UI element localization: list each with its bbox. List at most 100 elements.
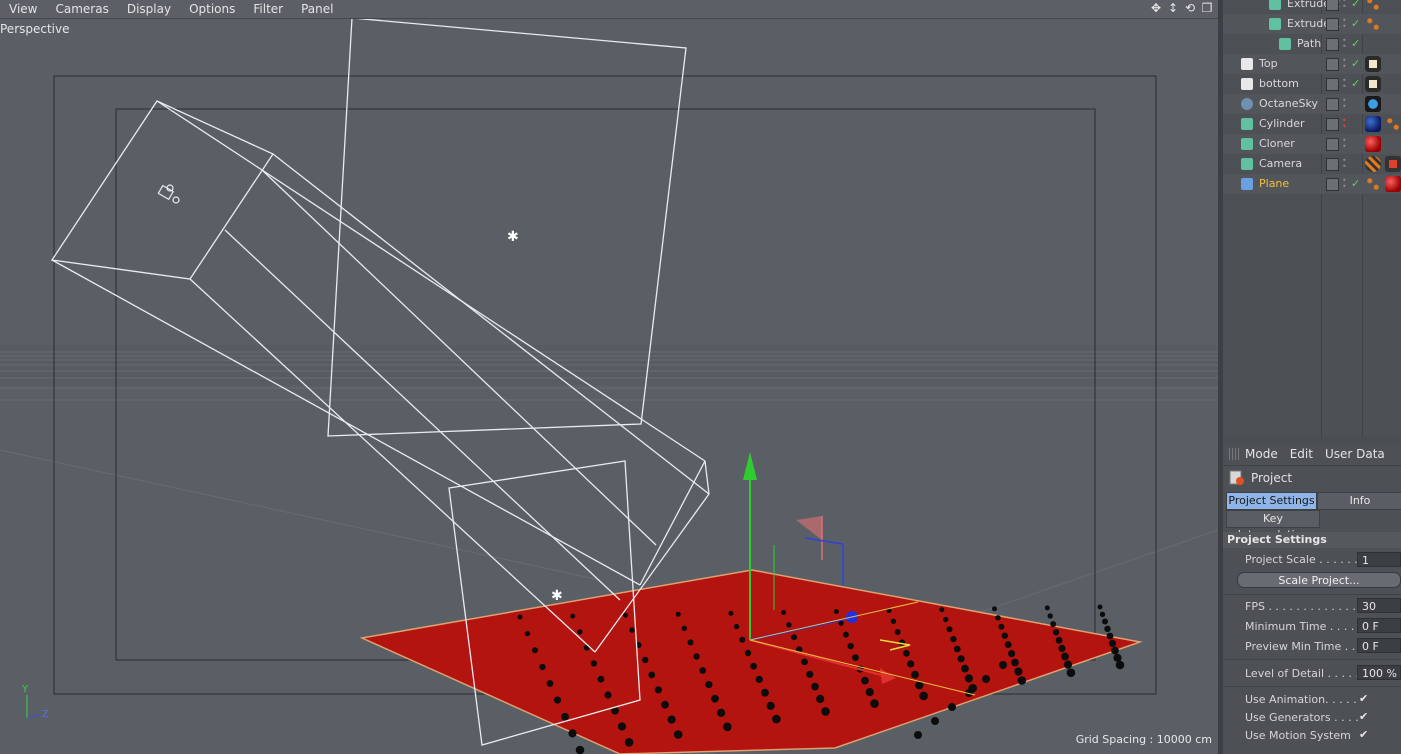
object-row-cloner[interactable]: Cloner • • <box>1223 134 1401 154</box>
level-of-detail-field[interactable]: 100 % <box>1357 665 1401 680</box>
object-row-octanesky[interactable]: OctaneSky • • <box>1223 94 1401 114</box>
scale-project-button[interactable]: Scale Project... <box>1237 572 1401 588</box>
cloner-sphere <box>1014 667 1023 676</box>
use-motion-system-checkbox[interactable]: ✔ <box>1359 728 1368 741</box>
dolly-view-icon[interactable]: ↕ <box>1166 1 1180 15</box>
panel-grip-icon[interactable] <box>1229 448 1239 460</box>
cloner-sphere <box>575 745 585 754</box>
cloner-sphere <box>964 674 974 683</box>
menu-panel[interactable]: Panel <box>292 0 342 18</box>
object-row-top[interactable]: Top • • ✓ <box>1223 54 1401 74</box>
maximize-view-icon[interactable]: ❐ <box>1200 1 1214 15</box>
project-scale-field[interactable]: 1 <box>1357 552 1401 567</box>
object-name[interactable]: Camera <box>1259 157 1302 170</box>
visibility-dots-icon[interactable]: • • <box>1342 177 1347 191</box>
visibility-dots-icon[interactable]: • • <box>1342 157 1347 171</box>
menu-options[interactable]: Options <box>180 0 244 18</box>
visibility-dots-icon[interactable]: • • <box>1342 37 1347 51</box>
cloner-sphere <box>821 707 830 716</box>
object-row-camera[interactable]: Camera • • <box>1223 154 1401 174</box>
cloner-sphere <box>681 625 687 631</box>
enabled-check-icon[interactable]: ✓ <box>1351 0 1360 10</box>
enabled-check-icon[interactable]: ✓ <box>1351 37 1360 50</box>
visibility-dots-icon[interactable]: • • <box>1342 117 1347 131</box>
enabled-check-icon[interactable]: ✓ <box>1351 77 1360 90</box>
object-row-bottom[interactable]: bottom • • ✓ <box>1223 74 1401 94</box>
enabled-check-icon[interactable]: ✓ <box>1351 57 1360 70</box>
menu-edit[interactable]: Edit <box>1290 447 1313 461</box>
object-name[interactable]: OctaneSky <box>1259 97 1318 110</box>
layer-toggle-icon[interactable] <box>1326 98 1339 111</box>
object-row-cylinder[interactable]: Cylinder • • <box>1223 114 1401 134</box>
object-name[interactable]: Plane <box>1259 177 1289 190</box>
object-name[interactable]: Cloner <box>1259 137 1295 150</box>
scene-canvas[interactable]: ✱ ✱ <box>0 18 1218 754</box>
cloner-sphere <box>577 629 583 635</box>
layer-toggle-icon[interactable] <box>1326 158 1339 171</box>
cloner-sphere <box>629 627 635 633</box>
layer-toggle-icon[interactable] <box>1326 178 1339 191</box>
visibility-dots-icon[interactable]: • • <box>1342 77 1347 91</box>
visibility-dots-icon[interactable]: • • <box>1342 137 1347 151</box>
visibility-dots-icon[interactable]: • • <box>1342 97 1347 111</box>
menu-view[interactable]: View <box>0 0 46 18</box>
enabled-check-icon[interactable]: ✓ <box>1351 177 1360 190</box>
stripe-tag-icon[interactable] <box>1365 156 1381 172</box>
layer-toggle-icon[interactable] <box>1326 118 1339 131</box>
cam-tag-icon[interactable] <box>1385 156 1401 172</box>
use-generators-label: Use Generators . . . . <box>1245 711 1359 724</box>
sky-tag-icon[interactable] <box>1365 96 1381 112</box>
orange-dots-icon[interactable] <box>1365 176 1381 192</box>
use-animation-checkbox[interactable]: ✔ <box>1359 692 1368 705</box>
rotate-view-icon[interactable]: ⟲ <box>1183 1 1197 15</box>
camera-icon <box>1241 158 1253 170</box>
viewport-panel[interactable]: ✱ ✱ View Cameras Display Options Filter … <box>0 0 1218 754</box>
layer-toggle-icon[interactable] <box>1326 58 1339 71</box>
object-row-extrude-1[interactable]: Extrude.1 • • ✓ <box>1223 14 1401 34</box>
layer-toggle-icon[interactable] <box>1326 78 1339 91</box>
object-name[interactable]: Top <box>1259 57 1278 70</box>
cloner-sphere <box>532 647 538 654</box>
fps-field[interactable]: 30 <box>1357 598 1401 613</box>
object-name[interactable]: bottom <box>1259 77 1299 90</box>
tab-info[interactable]: Info <box>1317 492 1401 510</box>
object-row-plane[interactable]: Plane • • ✓ <box>1223 174 1401 194</box>
visibility-dots-icon[interactable]: • • <box>1342 0 1347 11</box>
menu-cameras[interactable]: Cameras <box>46 0 117 18</box>
light-tag-icon[interactable] <box>1365 56 1381 72</box>
tab-key-interpolation[interactable]: Key Interpolation <box>1226 510 1320 541</box>
tab-project-settings[interactable]: Project Settings <box>1226 492 1317 510</box>
layer-toggle-icon[interactable] <box>1326 18 1339 31</box>
cloner-sphere <box>911 670 919 679</box>
preview-min-time-field[interactable]: 0 F <box>1357 638 1401 653</box>
enabled-check-icon[interactable]: ✓ <box>1351 17 1360 30</box>
object-row-extrude-2[interactable]: Extrude.2 • • ✓ <box>1223 0 1401 14</box>
cloner-sphere <box>1104 625 1111 632</box>
cylinder-icon <box>1241 118 1253 130</box>
red-mat-icon[interactable] <box>1365 136 1381 152</box>
fps-label: FPS . . . . . . . . . . . . . . <box>1245 600 1363 613</box>
grid-spacing-readout: Grid Spacing : 10000 cm <box>1075 733 1212 746</box>
visibility-dots-icon[interactable]: • • <box>1342 17 1347 31</box>
light-tag-icon[interactable] <box>1365 76 1381 92</box>
min-time-field[interactable]: 0 F <box>1357 618 1401 633</box>
orange-dots-icon[interactable] <box>1385 116 1401 132</box>
red-mat-icon[interactable] <box>1385 176 1401 192</box>
blue-mat-icon[interactable] <box>1365 116 1381 132</box>
layer-toggle-icon[interactable] <box>1326 138 1339 151</box>
use-generators-checkbox[interactable]: ✔ <box>1359 710 1368 723</box>
menu-filter[interactable]: Filter <box>244 0 292 18</box>
visibility-dots-icon[interactable]: • • <box>1342 57 1347 71</box>
orange-dots-icon[interactable] <box>1365 16 1381 32</box>
cloner-sphere <box>946 626 953 633</box>
menu-mode[interactable]: Mode <box>1245 447 1278 461</box>
cloner-sphere <box>1063 660 1073 669</box>
object-row-path-1[interactable]: Path 1 • • ✓ <box>1223 34 1401 54</box>
menu-user-data[interactable]: User Data <box>1325 447 1385 461</box>
orange-dots-icon[interactable] <box>1365 0 1381 12</box>
layer-toggle-icon[interactable] <box>1326 38 1339 51</box>
move-view-icon[interactable]: ✥ <box>1149 1 1163 15</box>
menu-display[interactable]: Display <box>118 0 180 18</box>
layer-toggle-icon[interactable] <box>1326 0 1339 11</box>
object-name[interactable]: Cylinder <box>1259 117 1305 130</box>
